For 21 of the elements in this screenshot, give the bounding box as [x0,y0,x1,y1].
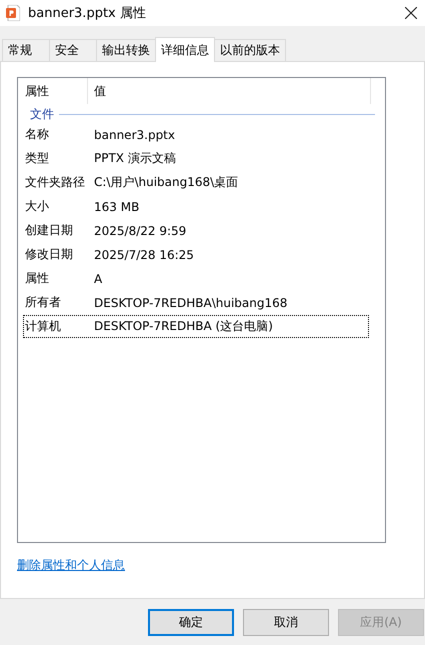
dialog-button[interactable]: 取消 [243,609,329,636]
tab[interactable]: 常规 [2,39,50,61]
column-header[interactable]: 属性 [23,78,88,104]
close-icon[interactable] [405,7,417,19]
property-row[interactable]: 名称 banner3.pptx [23,123,369,146]
property-row[interactable]: 修改日期 2025/7/28 16:25 [23,243,369,266]
remove-properties-link[interactable]: 删除属性和个人信息 [17,558,125,572]
presentation-file-icon [6,5,20,21]
property-row[interactable]: 所有者 DESKTOP-7REDHBA\huibang168 [23,291,369,314]
window-title: banner3.pptx 属性 [28,5,147,22]
group-header: 文件 [30,106,54,122]
property-row[interactable]: 创建日期 2025/8/22 9:59 [23,219,369,242]
property-row[interactable]: 类型 PPTX 演示文稿 [23,147,369,170]
property-row[interactable]: 文件夹路径 C:\用户\huibang168\桌面 [23,171,369,194]
column-header[interactable]: 值 [88,78,371,104]
property-row[interactable]: 大小 163 MB [23,195,369,218]
property-row[interactable]: 计算机 DESKTOP-7REDHBA (这台电脑) [23,315,369,338]
tab[interactable]: 详细信息 [155,37,215,62]
tab[interactable]: 以前的版本 [214,39,286,61]
property-row[interactable]: 属性 A [23,267,369,290]
dialog-button[interactable]: 确定 [148,609,234,636]
